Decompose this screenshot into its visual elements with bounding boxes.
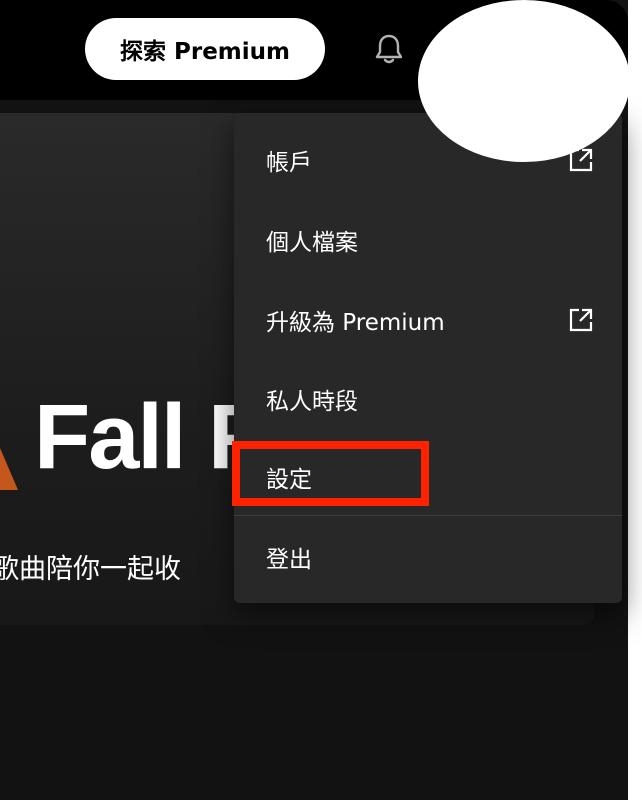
explore-premium-button[interactable]: 探索 Premium: [85, 18, 325, 80]
leaf-decoration: [0, 448, 18, 490]
external-link-icon: [569, 308, 593, 332]
menu-item-upgrade-premium[interactable]: 升級為 Premium: [234, 289, 622, 351]
menu-item-profile[interactable]: 個人檔案: [234, 209, 622, 271]
app-window: 探索 Premium Fall F 歌曲陪你一起收 帳戶 個人檔案 升級為 Pr…: [0, 0, 642, 800]
hero-subtitle: 歌曲陪你一起收: [0, 554, 181, 585]
bell-icon[interactable]: [370, 30, 408, 68]
menu-item-label: 登出: [266, 547, 312, 573]
menu-item-settings[interactable]: 設定: [234, 446, 622, 508]
menu-item-logout[interactable]: 登出: [234, 526, 622, 588]
menu-item-private-session[interactable]: 私人時段: [234, 368, 622, 430]
window-edge: [628, 0, 642, 800]
menu-divider: [234, 515, 622, 516]
menu-item-label: 帳戶: [266, 150, 312, 176]
menu-item-label: 設定: [266, 467, 312, 493]
account-dropdown-menu: 帳戶 個人檔案 升級為 Premium 私人時段 設定 登出: [234, 113, 622, 603]
redacted-avatar-overlay: [418, 0, 630, 162]
menu-item-label: 升級為 Premium: [266, 310, 445, 336]
menu-item-label: 個人檔案: [266, 230, 358, 256]
hero-title: Fall F: [34, 386, 264, 488]
menu-item-label: 私人時段: [266, 389, 358, 415]
explore-premium-label: 探索 Premium: [120, 39, 290, 65]
